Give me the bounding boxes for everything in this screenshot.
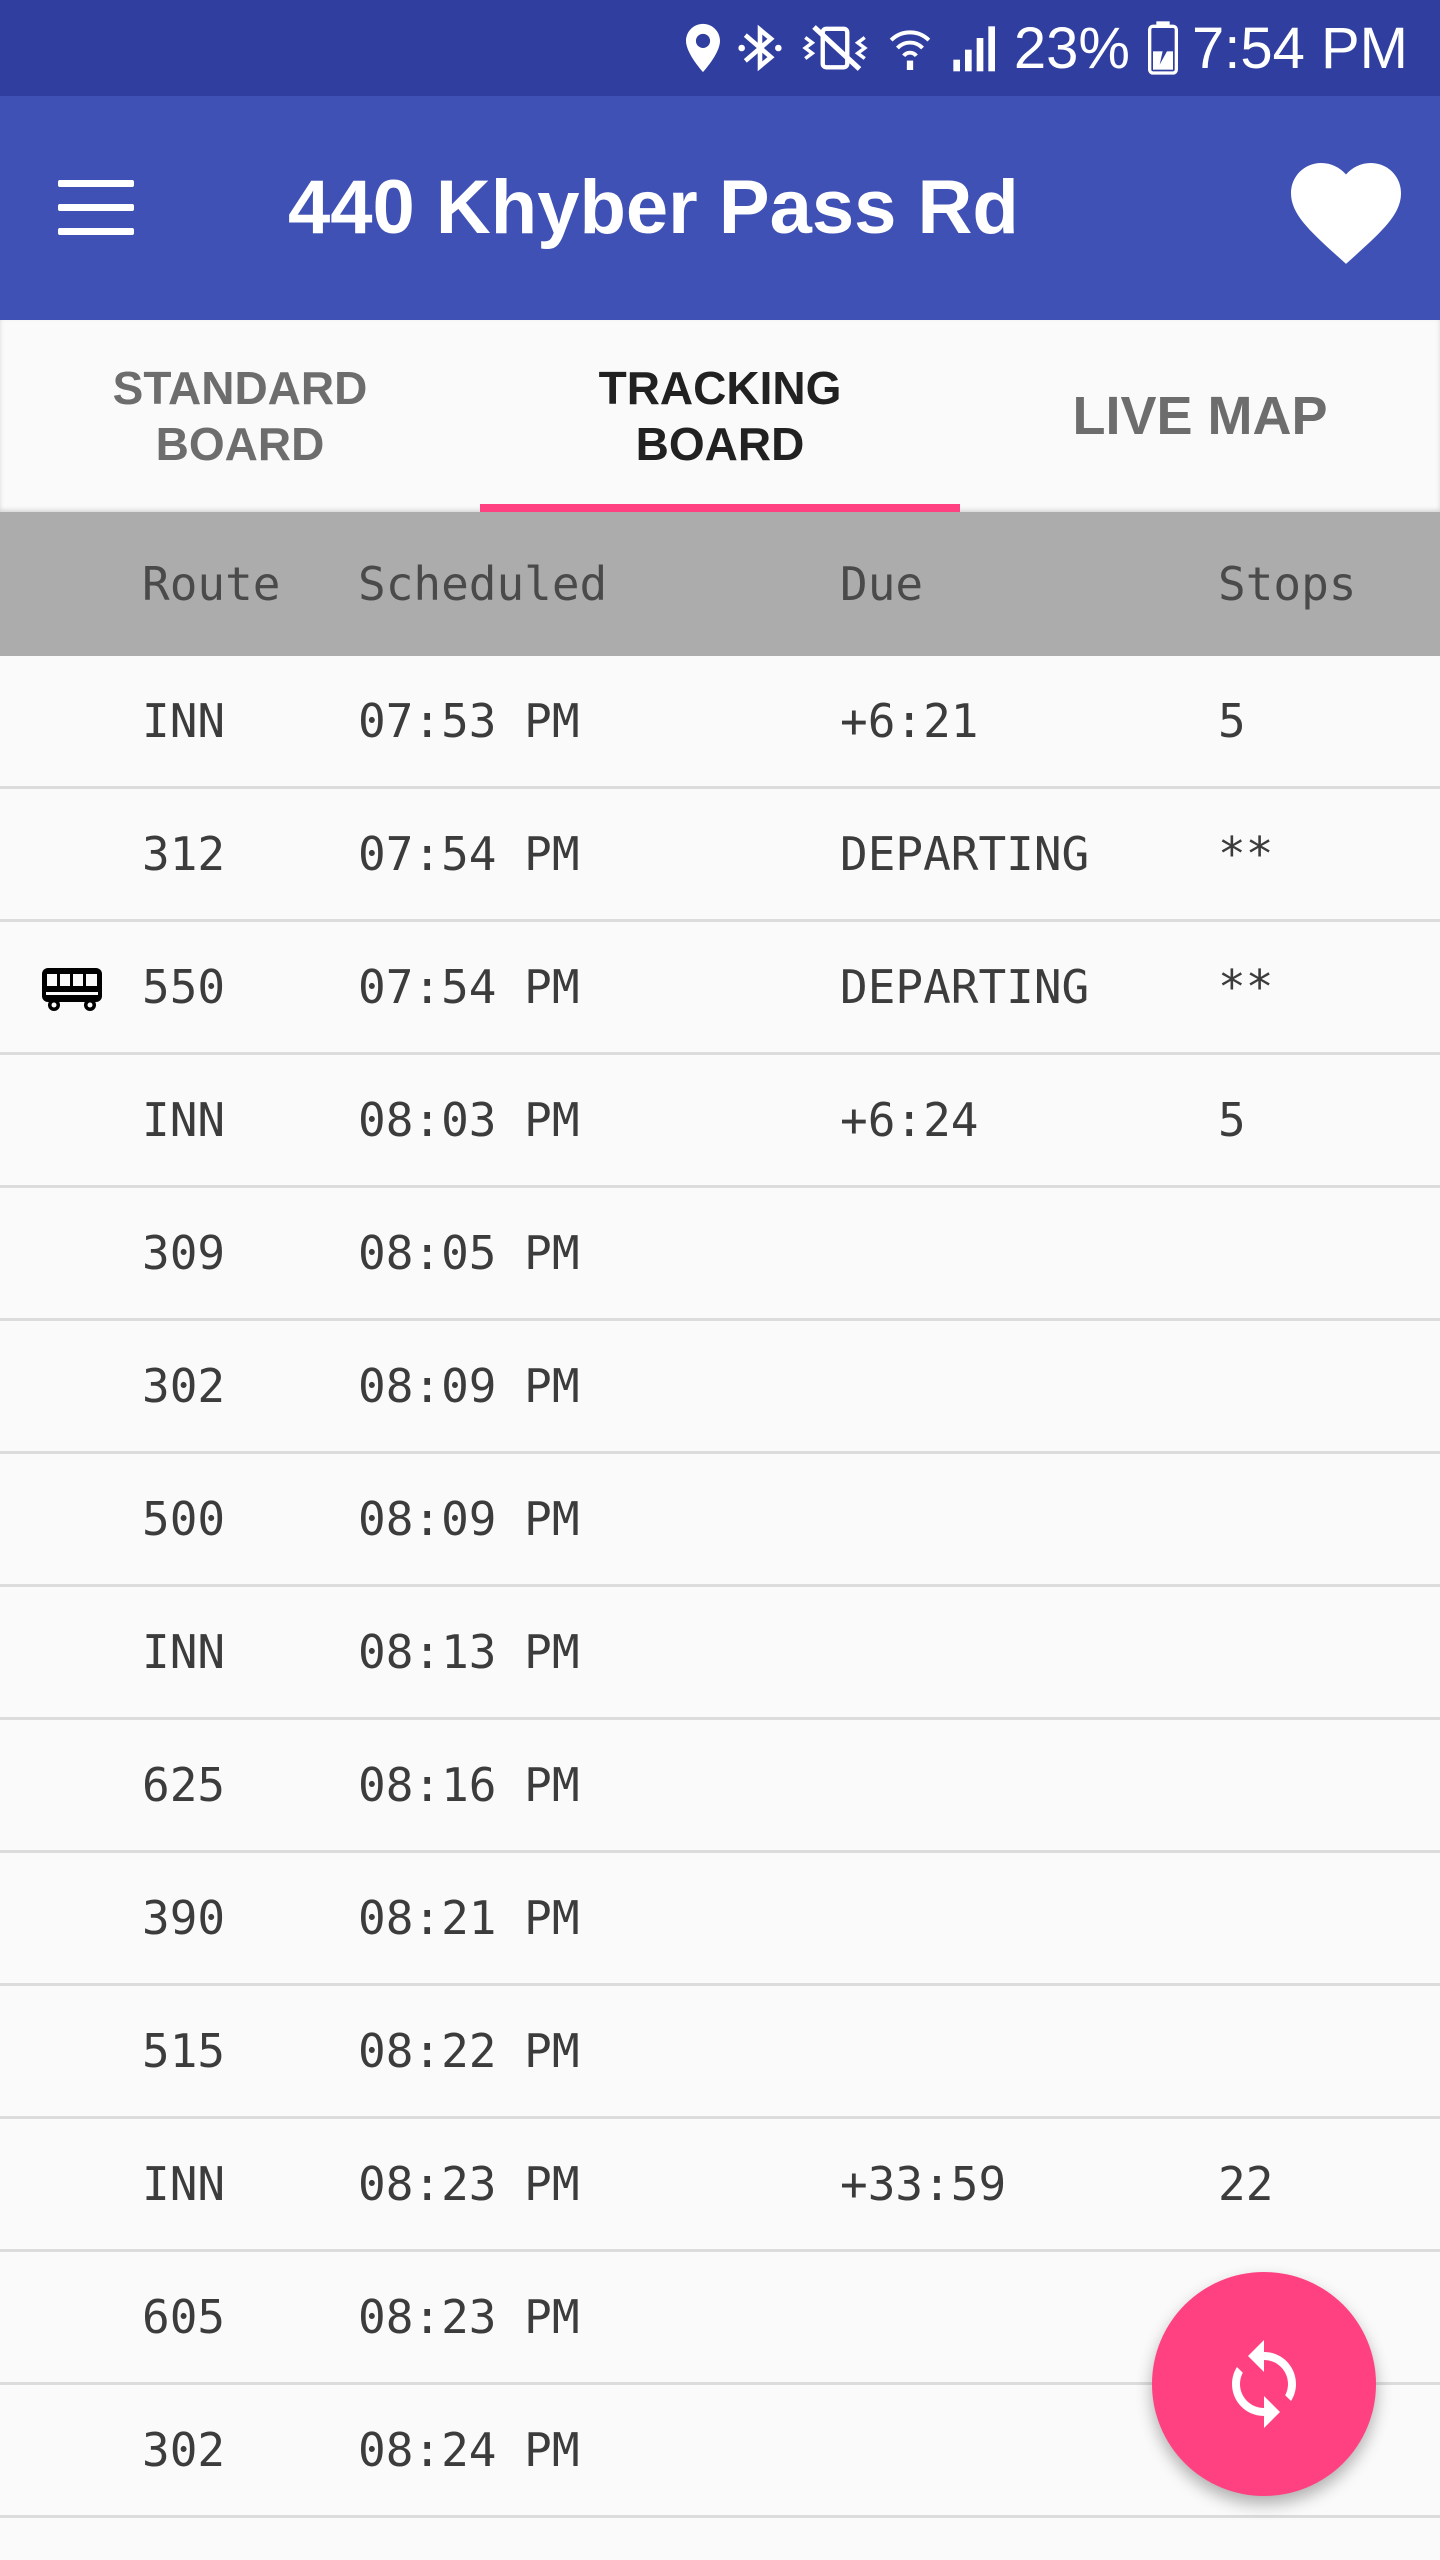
cell-route: 605 [142,2290,226,2344]
status-bar: 23% 7:54 PM [0,0,1440,96]
refresh-button[interactable] [1152,2272,1376,2496]
table-row[interactable]: 312 07:54 PM DEPARTING ** [0,789,1440,922]
cell-route: 390 [142,1891,226,1945]
cell-due: +33:59 [840,2157,1007,2211]
cell-scheduled: 08:23 PM [358,2290,580,2344]
battery-charging-icon [1148,16,1178,80]
battery-percent: 23% [1013,15,1130,81]
app-bar: 440 Khyber Pass Rd [0,96,1440,320]
cell-stops: ** [1218,827,1274,881]
cell-route: 625 [142,1758,226,1812]
table-row[interactable]: INN 08:23 PM +33:59 22 [0,2119,1440,2252]
cell-route: 312 [142,827,226,881]
cell-stops: ** [1218,960,1274,1014]
refresh-icon [1232,2340,1296,2428]
cell-scheduled: 08:23 PM [358,2157,580,2211]
cell-scheduled: 08:16 PM [358,1758,580,1812]
cell-route: INN [142,1093,226,1147]
cell-due: +6:21 [840,694,979,748]
signal-icon [950,16,1000,80]
cell-scheduled: 07:54 PM [358,827,580,881]
cell-route: 550 [142,960,226,1014]
cell-scheduled: 08:13 PM [358,1625,580,1679]
cell-route: 302 [142,1359,226,1413]
tab-tracking-board-label: TRACKING BOARD [598,362,842,470]
header-scheduled: Scheduled [358,557,608,611]
bluetooth-icon [738,16,782,80]
cell-scheduled: 07:54 PM [358,960,580,1014]
cell-scheduled: 07:53 PM [358,694,580,748]
table-header: Route Scheduled Due Stops [0,512,1440,656]
cell-scheduled: 08:03 PM [358,1093,580,1147]
tab-indicator [480,504,960,512]
header-due: Due [840,557,924,611]
cell-route: INN [142,2157,226,2211]
header-stops: Stops [1218,557,1357,611]
clock: 7:54 PM [1192,15,1408,81]
departures-list: INN 07:53 PM +6:21 5 312 07:54 PM DEPART… [0,656,1440,2518]
cell-stops: 5 [1218,1093,1246,1147]
cell-route: 500 [142,1492,226,1546]
cell-stops: 22 [1218,2157,1274,2211]
page-title: 440 Khyber Pass Rd [288,165,1019,250]
table-row[interactable]: 500 08:09 PM [0,1454,1440,1587]
cell-stops: 5 [1218,694,1246,748]
cell-scheduled: 08:09 PM [358,1492,580,1546]
table-row[interactable]: INN 07:53 PM +6:21 5 [0,656,1440,789]
cell-due: DEPARTING [840,827,1090,881]
cell-due: DEPARTING [840,960,1090,1014]
table-row[interactable]: INN 08:13 PM [0,1587,1440,1720]
vibrate-mute-icon [800,16,870,80]
table-row[interactable]: 550 07:54 PM DEPARTING ** [0,922,1440,1055]
table-row[interactable]: 302 08:09 PM [0,1321,1440,1454]
table-row[interactable]: INN 08:03 PM +6:24 5 [0,1055,1440,1188]
tab-bar: STANDARD BOARD TRACKING BOARD LIVE MAP [0,320,1440,512]
table-row[interactable]: 625 08:16 PM [0,1720,1440,1853]
cell-scheduled: 08:24 PM [358,2423,580,2477]
menu-icon[interactable] [58,178,134,238]
cell-route: 309 [142,1226,226,1280]
bus-icon [40,966,104,1012]
cell-scheduled: 08:05 PM [358,1226,580,1280]
table-row[interactable]: 309 08:05 PM [0,1188,1440,1321]
wifi-icon [888,16,932,80]
cell-scheduled: 08:09 PM [358,1359,580,1413]
cell-route: 515 [142,2024,226,2078]
table-row[interactable]: 515 08:22 PM [0,1986,1440,2119]
tab-tracking-board[interactable]: TRACKING BOARD [480,320,960,512]
cell-scheduled: 08:21 PM [358,1891,580,1945]
cell-scheduled: 08:22 PM [358,2024,580,2078]
cell-route: INN [142,1625,226,1679]
heart-icon[interactable] [1280,146,1412,268]
table-row[interactable]: 390 08:21 PM [0,1853,1440,1986]
cell-due: +6:24 [840,1093,979,1147]
header-route: Route [142,557,281,611]
cell-route: INN [142,694,226,748]
tab-standard-board[interactable]: STANDARD BOARD [0,320,480,512]
location-icon [685,16,720,80]
tab-live-map[interactable]: LIVE MAP [960,320,1440,512]
cell-route: 302 [142,2423,226,2477]
